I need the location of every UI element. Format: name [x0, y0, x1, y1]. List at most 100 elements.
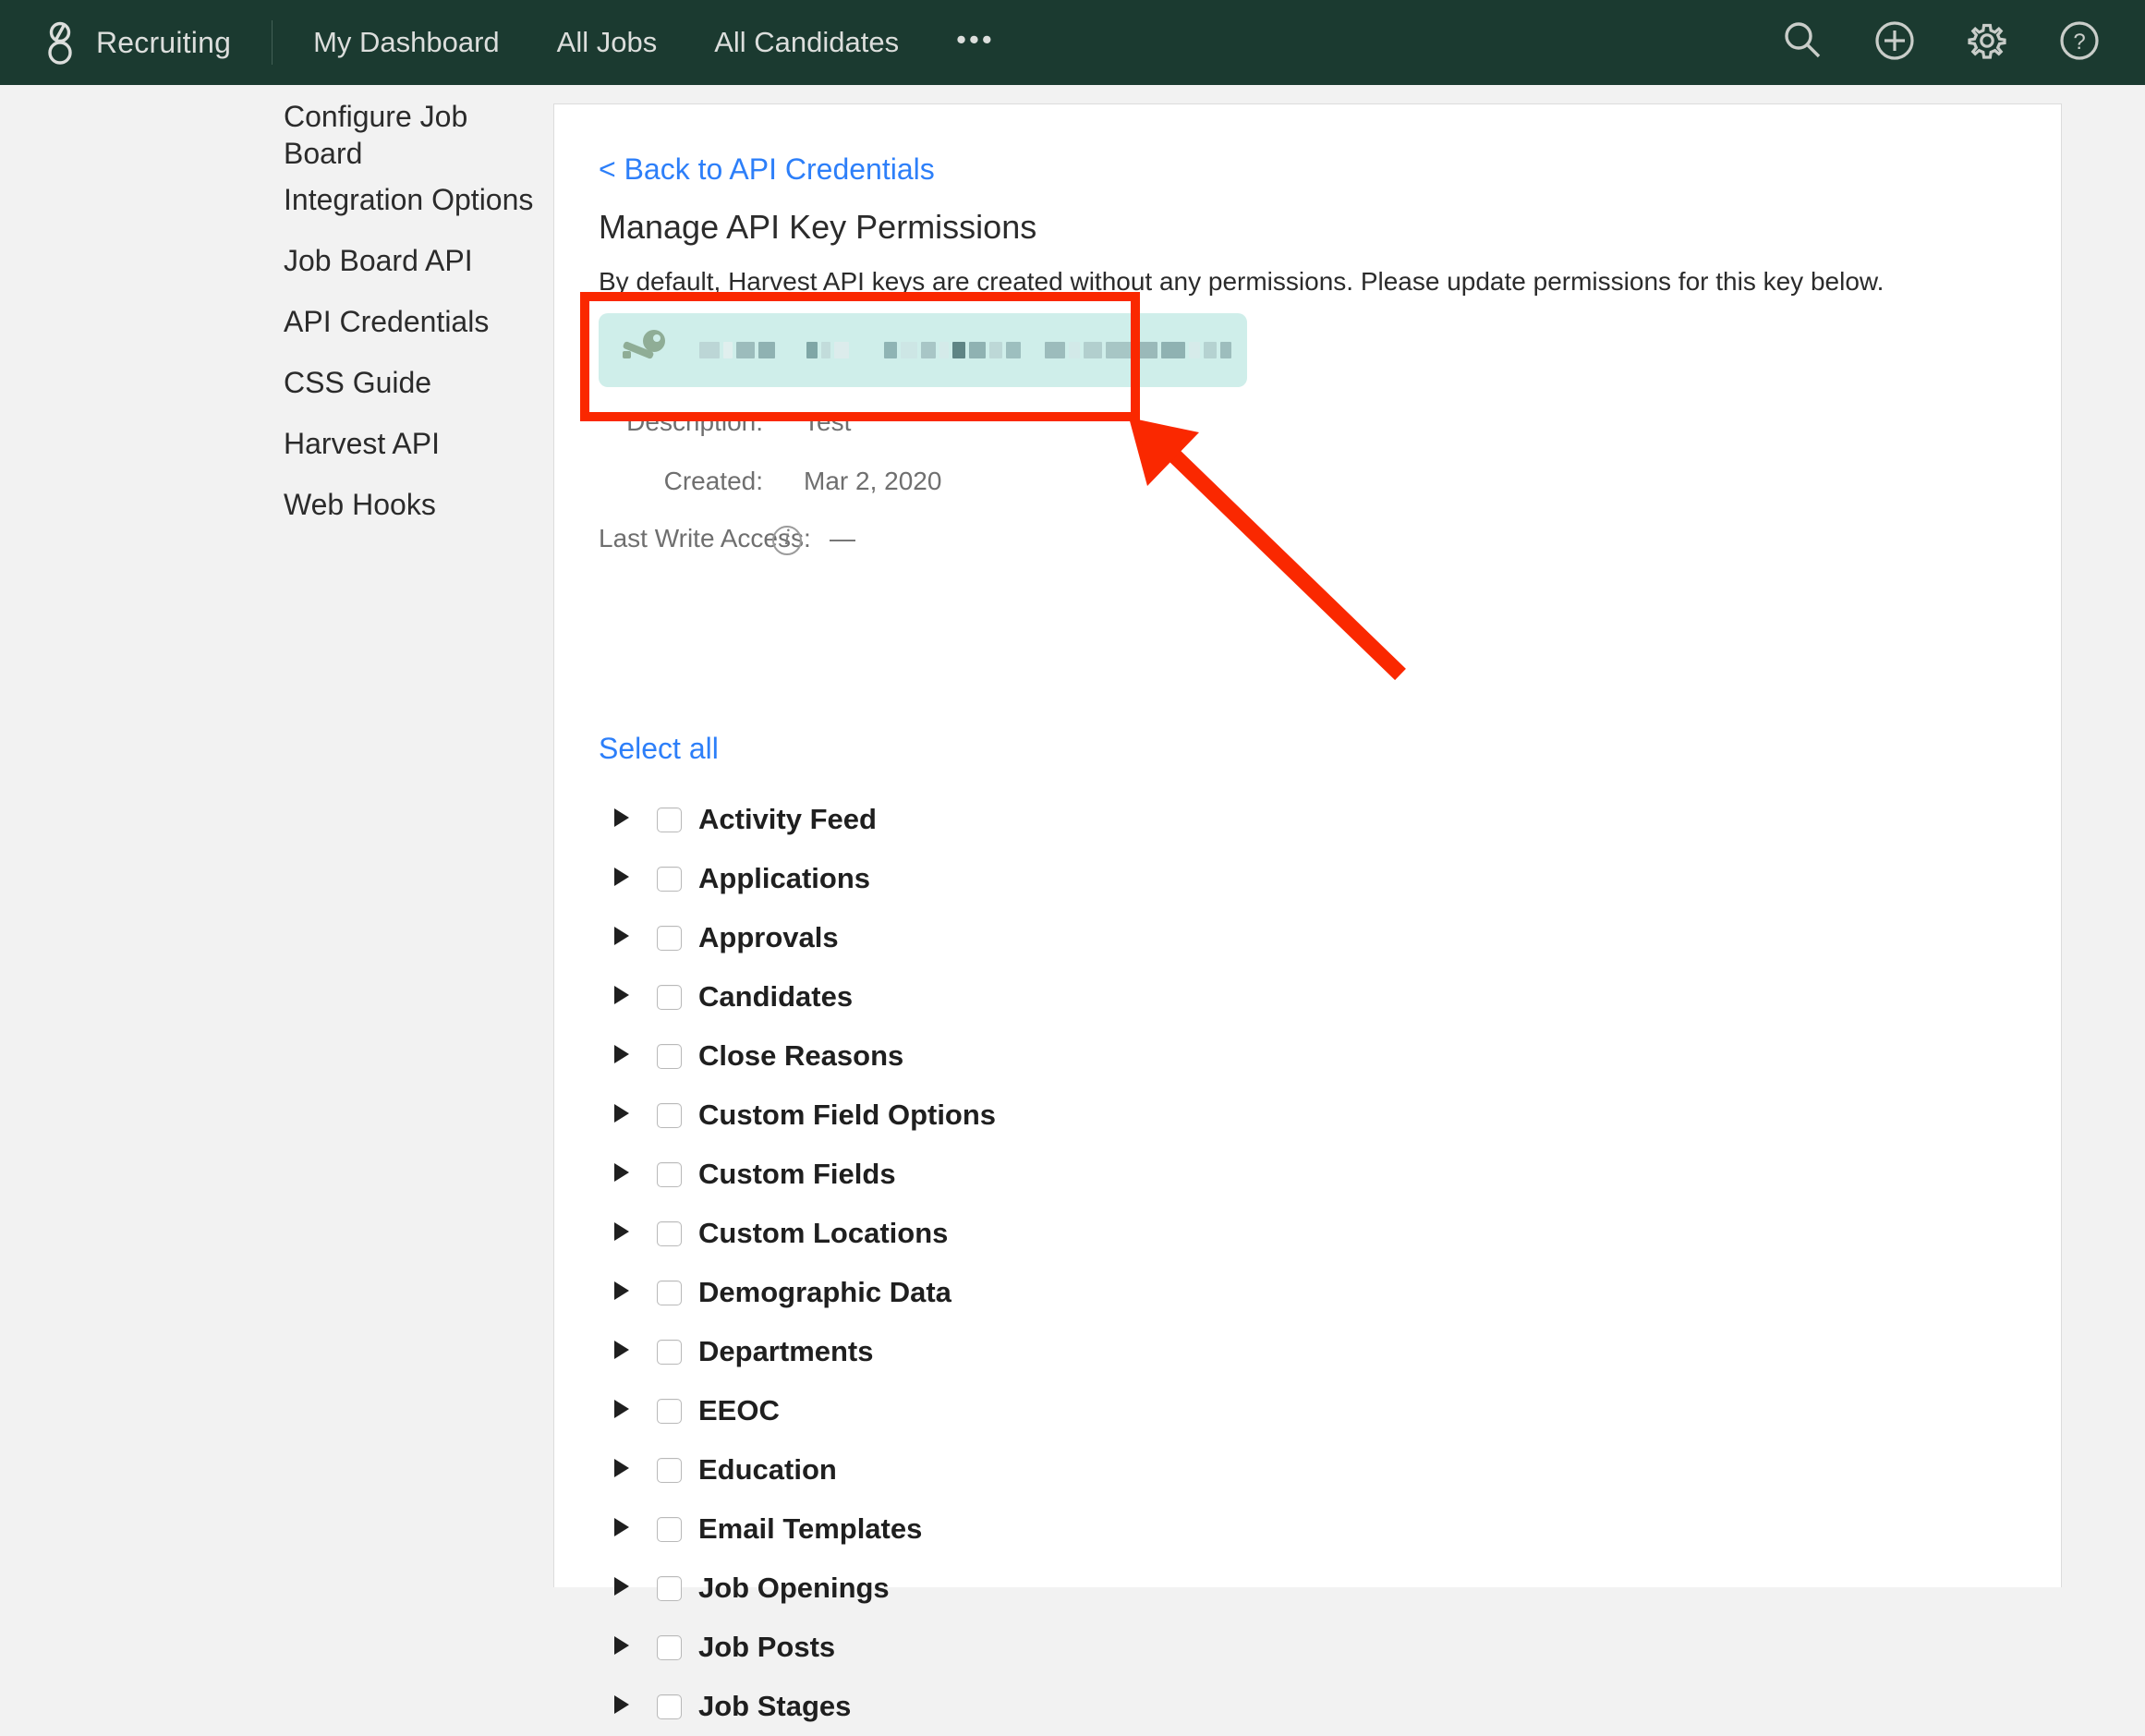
chevron-right-icon[interactable]	[612, 1517, 636, 1542]
permission-label: Activity Feed	[698, 803, 877, 835]
greenhouse-logo-icon[interactable]	[44, 20, 76, 65]
permission-checkbox[interactable]	[657, 1516, 682, 1542]
permission-checkbox[interactable]	[657, 984, 682, 1010]
primary-nav-links: My Dashboard All Jobs All Candidates •••	[313, 23, 995, 59]
sidebar-item-integration-options[interactable]: Integration Options	[284, 181, 553, 218]
select-all-link[interactable]: Select all	[599, 732, 719, 766]
gear-icon[interactable]	[1966, 19, 2008, 67]
search-icon[interactable]	[1781, 19, 1824, 67]
permission-checkbox[interactable]	[657, 1634, 682, 1660]
permission-checkbox[interactable]	[657, 1161, 682, 1187]
page-title: Manage API Key Permissions	[599, 208, 1037, 246]
detail-label: Description:	[626, 407, 763, 436]
page-description: By default, Harvest API keys are created…	[599, 267, 1884, 296]
permission-label: Custom Locations	[698, 1217, 949, 1249]
permission-row: Education	[599, 1440, 1984, 1499]
chevron-right-icon[interactable]	[612, 1162, 636, 1187]
permission-checkbox[interactable]	[657, 1694, 682, 1719]
permission-label: Job Stages	[698, 1690, 852, 1722]
detail-value: Mar 2, 2020	[804, 467, 942, 495]
permission-row: Custom Field Options	[599, 1086, 1984, 1145]
detail-label: Created:	[663, 467, 763, 495]
permission-row: Applications	[599, 849, 1984, 908]
permission-label: Custom Fields	[698, 1158, 896, 1190]
permission-checkbox[interactable]	[657, 925, 682, 951]
permission-checkbox[interactable]	[657, 1280, 682, 1305]
permission-label: Demographic Data	[698, 1276, 951, 1308]
chevron-right-icon[interactable]	[612, 1694, 636, 1719]
permissions-list: Activity Feed Applications Approvals Can…	[599, 790, 1984, 1736]
permission-checkbox[interactable]	[657, 1043, 682, 1069]
permission-row: Departments	[599, 1322, 1984, 1381]
chevron-right-icon[interactable]	[612, 1340, 636, 1365]
sidebar-item-job-board-api[interactable]: Job Board API	[284, 242, 553, 279]
permission-checkbox[interactable]	[657, 866, 682, 892]
chevron-right-icon[interactable]	[612, 1399, 636, 1424]
permission-row: Job Stages	[599, 1677, 1984, 1736]
key-icon	[619, 329, 669, 370]
permission-row: Job Posts	[599, 1618, 1984, 1677]
permission-checkbox[interactable]	[657, 1575, 682, 1601]
permission-row: EEOC	[599, 1381, 1984, 1440]
permission-checkbox[interactable]	[657, 807, 682, 832]
permission-label: Candidates	[698, 980, 854, 1013]
permission-checkbox[interactable]	[657, 1102, 682, 1128]
detail-value: —	[830, 524, 855, 552]
permission-row: Approvals	[599, 908, 1984, 967]
permission-label: Job Posts	[698, 1631, 836, 1663]
permission-checkbox[interactable]	[657, 1339, 682, 1365]
permission-checkbox[interactable]	[657, 1457, 682, 1483]
detail-value: Test	[804, 407, 852, 436]
detail-row-created: Created: Mar 2, 2020	[599, 467, 942, 496]
back-to-api-credentials-link[interactable]: < Back to API Credentials	[599, 152, 935, 187]
permission-row: Candidates	[599, 967, 1984, 1026]
nav-link-all-jobs[interactable]: All Jobs	[557, 26, 658, 59]
chevron-right-icon[interactable]	[612, 867, 636, 892]
chevron-right-icon[interactable]	[612, 1458, 636, 1483]
api-key-pill[interactable]	[599, 313, 1247, 387]
sidebar-item-css-guide[interactable]: CSS Guide	[284, 364, 553, 401]
api-key-masked-value	[699, 338, 1235, 362]
permission-label: EEOC	[698, 1394, 780, 1426]
nav-divider	[272, 20, 273, 65]
svg-text:?: ?	[2073, 30, 2085, 55]
sidebar-item-api-credentials[interactable]: API Credentials	[284, 303, 553, 340]
chevron-right-icon[interactable]	[612, 1103, 636, 1128]
add-circle-icon[interactable]	[1873, 19, 1916, 67]
chevron-right-icon[interactable]	[612, 1221, 636, 1246]
nav-overflow-menu-icon[interactable]: •••	[956, 23, 995, 56]
permission-checkbox[interactable]	[657, 1220, 682, 1246]
nav-link-my-dashboard[interactable]: My Dashboard	[313, 26, 500, 59]
sidebar-item-web-hooks[interactable]: Web Hooks	[284, 486, 553, 523]
chevron-right-icon[interactable]	[612, 807, 636, 832]
nav-link-all-candidates[interactable]: All Candidates	[714, 26, 899, 59]
permission-label: Applications	[698, 862, 871, 894]
permission-checkbox[interactable]	[657, 1398, 682, 1424]
permission-label: Job Openings	[698, 1572, 890, 1604]
chevron-right-icon[interactable]	[612, 1576, 636, 1601]
nav-action-icons: ?	[1731, 19, 2101, 67]
chevron-right-icon[interactable]	[612, 926, 636, 951]
detail-label: Last Write Access:	[599, 524, 811, 552]
permission-row: Custom Locations	[599, 1204, 1984, 1263]
permission-label: Custom Field Options	[698, 1099, 997, 1131]
permission-label: Approvals	[698, 921, 839, 953]
info-circle-icon[interactable]: i	[772, 525, 802, 555]
permission-label: Education	[698, 1453, 837, 1486]
sidebar-item-configure-job-board[interactable]: Configure Job Board	[284, 98, 553, 172]
chevron-right-icon[interactable]	[612, 1044, 636, 1069]
help-circle-icon[interactable]: ?	[2058, 19, 2101, 67]
permission-label: Close Reasons	[698, 1039, 904, 1072]
chevron-right-icon[interactable]	[612, 1281, 636, 1305]
chevron-right-icon[interactable]	[612, 985, 636, 1010]
permission-row: Custom Fields	[599, 1145, 1984, 1204]
sidebar-item-harvest-api[interactable]: Harvest API	[284, 425, 553, 462]
detail-row-description: Description: Test	[599, 407, 851, 437]
permission-label: Email Templates	[698, 1512, 923, 1545]
chevron-right-icon[interactable]	[612, 1635, 636, 1660]
permission-row: Demographic Data	[599, 1263, 1984, 1322]
top-navigation-bar: Recruiting My Dashboard All Jobs All Can…	[0, 0, 2145, 85]
permission-row: Email Templates	[599, 1499, 1984, 1559]
brand-label[interactable]: Recruiting	[96, 26, 231, 60]
permission-row: Activity Feed	[599, 790, 1984, 849]
